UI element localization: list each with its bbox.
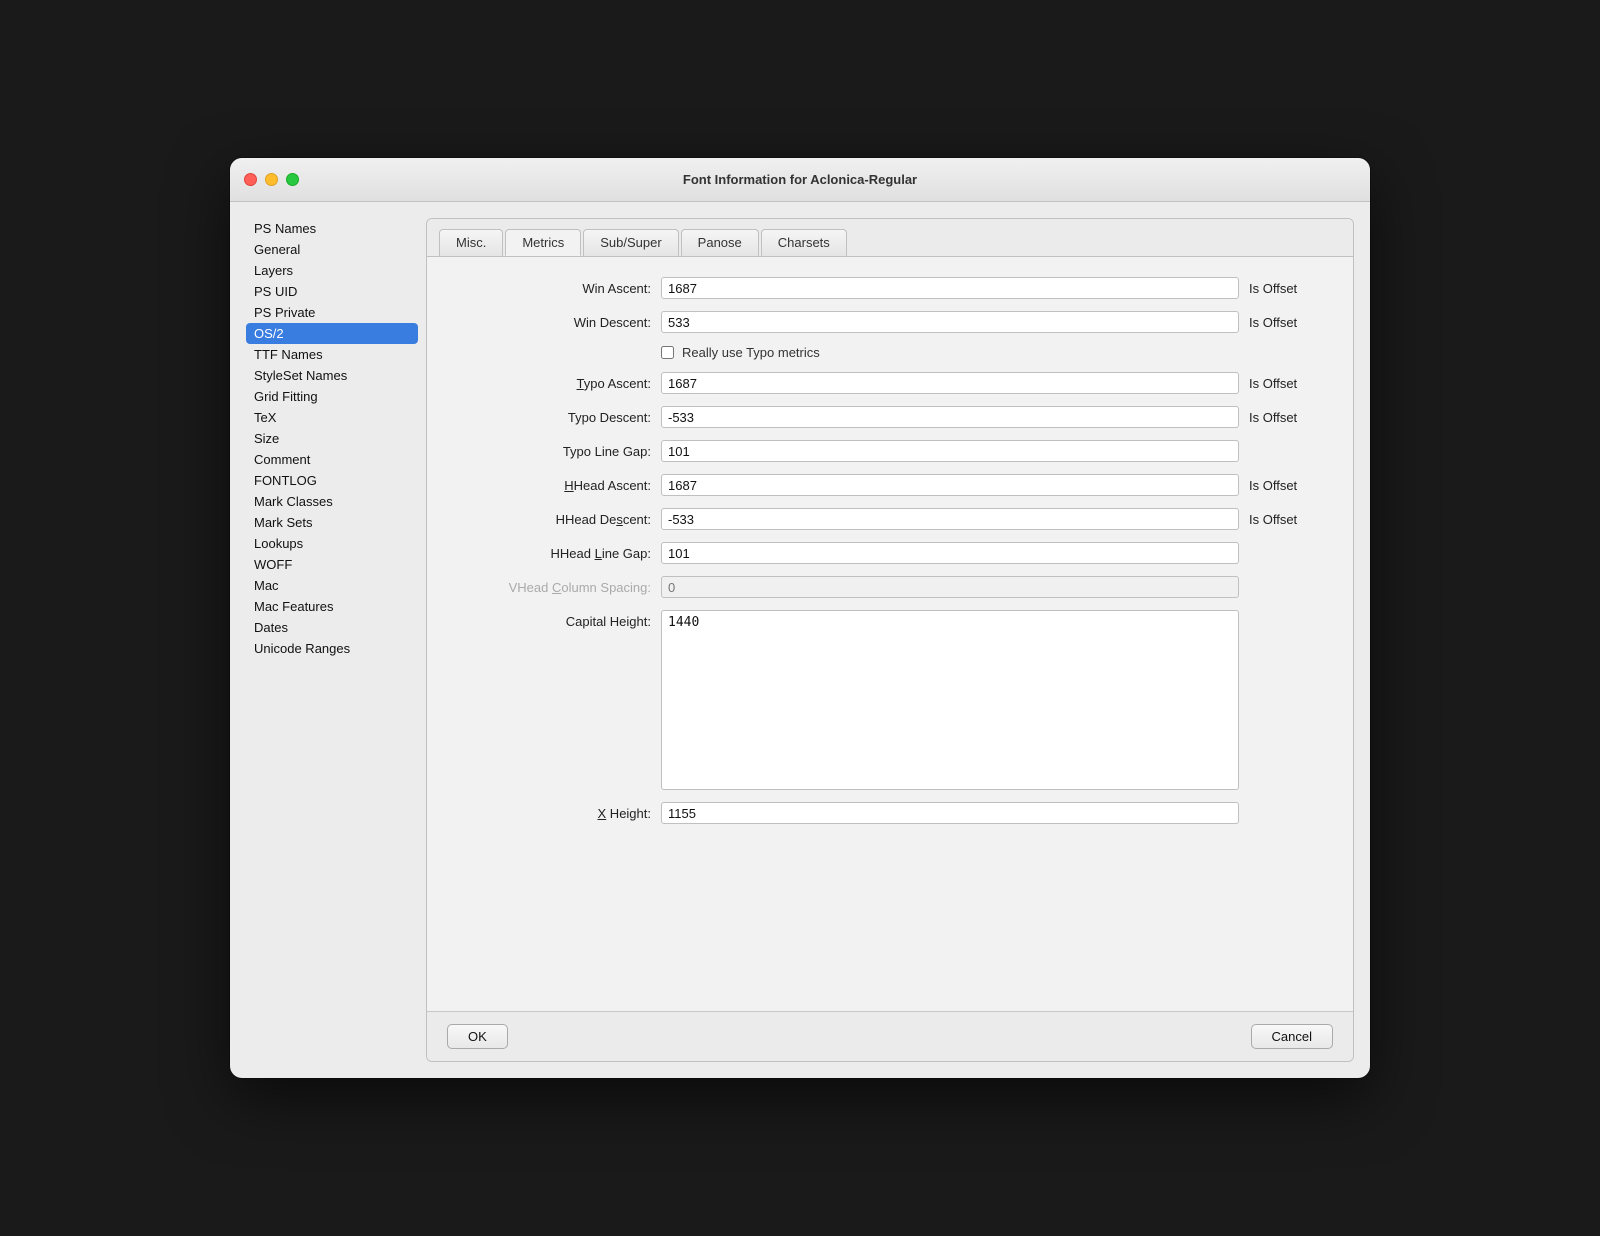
main-window: Font Information for Aclonica-Regular PS…	[230, 158, 1370, 1078]
hhead-ascent-offset: Is Offset	[1249, 478, 1329, 493]
sidebar-item-mark-classes[interactable]: Mark Classes	[246, 491, 418, 512]
sidebar-item-os2[interactable]: OS/2	[246, 323, 418, 344]
sidebar-item-mac[interactable]: Mac	[246, 575, 418, 596]
sidebar-item-tex[interactable]: TeX	[246, 407, 418, 428]
win-descent-row: Win Descent: Is Offset	[451, 311, 1329, 333]
sidebar-item-general[interactable]: General	[246, 239, 418, 260]
sidebar-item-size[interactable]: Size	[246, 428, 418, 449]
sidebar-item-ps-names[interactable]: PS Names	[246, 218, 418, 239]
typo-descent-row: Typo Descent: Is Offset	[451, 406, 1329, 428]
hhead-descent-label: HHead Descent:	[451, 512, 651, 527]
sidebar-item-woff[interactable]: WOFF	[246, 554, 418, 575]
typo-ascent-input[interactable]	[661, 372, 1239, 394]
sidebar-item-lookups[interactable]: Lookups	[246, 533, 418, 554]
bottom-bar: OK Cancel	[427, 1011, 1353, 1061]
hhead-line-gap-row: HHead Line Gap:	[451, 542, 1329, 564]
tab-panose[interactable]: Panose	[681, 229, 759, 256]
hhead-line-gap-label: HHead Line Gap:	[451, 546, 651, 561]
form-area: Win Ascent: Is Offset Win Descent: Is Of…	[427, 257, 1353, 1011]
vhead-column-spacing-label: VHead Column Spacing:	[451, 580, 651, 595]
win-ascent-label: Win Ascent:	[451, 281, 651, 296]
close-button[interactable]	[244, 173, 257, 186]
win-descent-input[interactable]	[661, 311, 1239, 333]
titlebar: Font Information for Aclonica-Regular	[230, 158, 1370, 202]
sidebar-item-ps-private[interactable]: PS Private	[246, 302, 418, 323]
vhead-column-spacing-row: VHead Column Spacing:	[451, 576, 1329, 598]
cancel-button[interactable]: Cancel	[1251, 1024, 1333, 1049]
typo-line-gap-input[interactable]	[661, 440, 1239, 462]
hhead-descent-offset: Is Offset	[1249, 512, 1329, 527]
hhead-descent-input[interactable]	[661, 508, 1239, 530]
win-ascent-offset: Is Offset	[1249, 281, 1329, 296]
capital-height-row: Capital Height: 1440	[451, 610, 1329, 790]
typo-ascent-offset: Is Offset	[1249, 376, 1329, 391]
tab-charsets[interactable]: Charsets	[761, 229, 847, 256]
capital-height-textarea[interactable]: 1440	[661, 610, 1239, 790]
typo-ascent-row: Typo Ascent: Is Offset	[451, 372, 1329, 394]
typo-descent-label: Typo Descent:	[451, 410, 651, 425]
main-content: Misc.MetricsSub/SuperPanoseCharsets Win …	[426, 218, 1354, 1062]
sidebar-item-mac-features[interactable]: Mac Features	[246, 596, 418, 617]
tab-misc[interactable]: Misc.	[439, 229, 503, 256]
typo-ascent-label: Typo Ascent:	[451, 376, 651, 391]
capital-height-label: Capital Height:	[451, 610, 651, 629]
typo-descent-input[interactable]	[661, 406, 1239, 428]
typo-descent-offset: Is Offset	[1249, 410, 1329, 425]
tab-bar: Misc.MetricsSub/SuperPanoseCharsets	[427, 219, 1353, 257]
typo-line-gap-label: Typo Line Gap:	[451, 444, 651, 459]
hhead-ascent-label: HHead Ascent:	[451, 478, 651, 493]
maximize-button[interactable]	[286, 173, 299, 186]
hhead-line-gap-input[interactable]	[661, 542, 1239, 564]
sidebar-item-dates[interactable]: Dates	[246, 617, 418, 638]
x-height-row: X Height:	[451, 802, 1329, 824]
sidebar-item-comment[interactable]: Comment	[246, 449, 418, 470]
window-title: Font Information for Aclonica-Regular	[683, 172, 917, 187]
hhead-descent-row: HHead Descent: Is Offset	[451, 508, 1329, 530]
sidebar-item-ttf-names[interactable]: TTF Names	[246, 344, 418, 365]
window-body: PS NamesGeneralLayersPS UIDPS PrivateOS/…	[230, 202, 1370, 1078]
sidebar-item-ps-uid[interactable]: PS UID	[246, 281, 418, 302]
really-use-typo-row: Really use Typo metrics	[451, 345, 1329, 360]
sidebar-item-fontlog[interactable]: FONTLOG	[246, 470, 418, 491]
really-use-typo-label: Really use Typo metrics	[682, 345, 820, 360]
ok-button[interactable]: OK	[447, 1024, 508, 1049]
x-height-label: X Height:	[451, 806, 651, 821]
traffic-lights	[244, 173, 299, 186]
win-descent-label: Win Descent:	[451, 315, 651, 330]
sidebar-item-layers[interactable]: Layers	[246, 260, 418, 281]
sidebar-item-unicode-ranges[interactable]: Unicode Ranges	[246, 638, 418, 659]
win-ascent-row: Win Ascent: Is Offset	[451, 277, 1329, 299]
minimize-button[interactable]	[265, 173, 278, 186]
sidebar: PS NamesGeneralLayersPS UIDPS PrivateOS/…	[246, 218, 426, 1062]
tab-metrics[interactable]: Metrics	[505, 229, 581, 256]
sidebar-item-mark-sets[interactable]: Mark Sets	[246, 512, 418, 533]
sidebar-item-styleset-names[interactable]: StyleSet Names	[246, 365, 418, 386]
win-descent-offset: Is Offset	[1249, 315, 1329, 330]
hhead-ascent-row: HHead Ascent: Is Offset	[451, 474, 1329, 496]
win-ascent-input[interactable]	[661, 277, 1239, 299]
vhead-column-spacing-input[interactable]	[661, 576, 1239, 598]
sidebar-item-grid-fitting[interactable]: Grid Fitting	[246, 386, 418, 407]
hhead-ascent-input[interactable]	[661, 474, 1239, 496]
tab-subsuper[interactable]: Sub/Super	[583, 229, 678, 256]
typo-line-gap-row: Typo Line Gap:	[451, 440, 1329, 462]
really-use-typo-checkbox[interactable]	[661, 346, 674, 359]
x-height-input[interactable]	[661, 802, 1239, 824]
